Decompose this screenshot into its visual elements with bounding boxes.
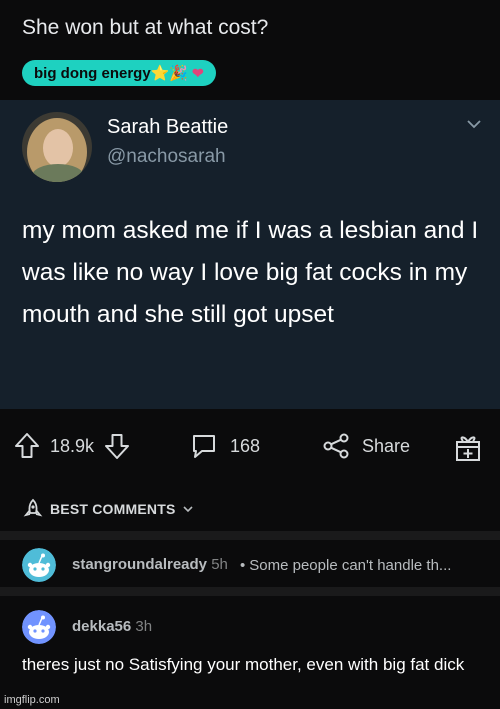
comment-body: theres just no Satisfying your mother, e… bbox=[22, 655, 465, 674]
comment-time: 3h bbox=[135, 618, 153, 635]
avatar bbox=[22, 610, 56, 644]
tweet-author-name: Sarah Beattie bbox=[107, 116, 229, 138]
rocket-icon bbox=[23, 498, 43, 517]
heart-icon: ❤ bbox=[192, 64, 204, 81]
vote-group: 18.9k bbox=[14, 432, 130, 460]
comment-preview: • Some people can't handle th... bbox=[240, 557, 451, 574]
chevron-down-icon bbox=[182, 506, 193, 513]
tweet-author-handle: @nachosarah bbox=[107, 146, 226, 167]
share-icon bbox=[323, 433, 349, 459]
comment-icon bbox=[193, 435, 215, 458]
share-label: Share bbox=[362, 435, 411, 456]
comment-username-text: stangroundalready bbox=[72, 556, 208, 573]
chevron-down-icon bbox=[467, 120, 481, 129]
dot-separator: • bbox=[240, 557, 246, 574]
comment-count: 168 bbox=[230, 435, 261, 456]
comment-sort-dropdown[interactable]: BEST COMMENTS bbox=[22, 498, 194, 520]
post-flair[interactable]: big dong energy⭐🎉 ❤ bbox=[22, 60, 216, 86]
post-title: She won but at what cost? bbox=[22, 16, 269, 39]
comments-button[interactable]: 168 bbox=[190, 432, 260, 460]
comment-time: 5h bbox=[211, 556, 228, 573]
avatar bbox=[22, 548, 56, 582]
tweet-avatar bbox=[22, 112, 92, 182]
post-actions-bar: 18.9k 168 Share bbox=[0, 422, 500, 472]
sort-label: BEST COMMENTS bbox=[50, 501, 176, 517]
watermark: imgflip.com bbox=[4, 694, 60, 706]
tweet-text: my mom asked me if I was a lesbian and I… bbox=[22, 217, 479, 328]
flair-label: big dong energy⭐🎉 bbox=[34, 65, 189, 82]
comment-username-text: dekka56 bbox=[72, 618, 132, 635]
upvote-icon[interactable] bbox=[14, 432, 40, 460]
downvote-icon[interactable] bbox=[104, 432, 130, 460]
divider bbox=[0, 587, 500, 596]
comment-preview-text: Some people can't handle th... bbox=[249, 557, 452, 574]
divider bbox=[0, 531, 500, 540]
comment-username[interactable]: stangroundalready 5h bbox=[72, 556, 228, 573]
comment-username[interactable]: dekka56 3h bbox=[72, 618, 152, 635]
gift-icon bbox=[456, 436, 480, 461]
share-button[interactable]: Share bbox=[322, 432, 410, 460]
tweet-image[interactable]: Sarah Beattie @nachosarah my mom asked m… bbox=[0, 100, 500, 409]
vote-count: 18.9k bbox=[50, 435, 95, 456]
award-button[interactable] bbox=[454, 432, 482, 462]
